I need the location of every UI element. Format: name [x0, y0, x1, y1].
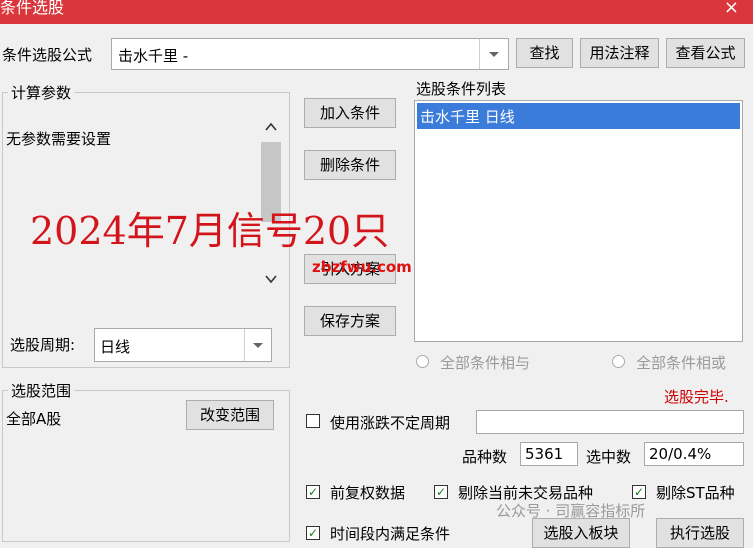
remove-st-checkbox[interactable]: ✓ — [632, 485, 646, 499]
logic-or-label: 全部条件相或 — [636, 354, 727, 372]
conditions-list[interactable]: 击水千里 日线 — [414, 100, 743, 342]
range-legend: 选股范围 — [8, 380, 75, 401]
save-plan-button[interactable]: 保存方案 — [304, 306, 396, 336]
title-bar: 条件选股 × — [0, 0, 753, 24]
count-label: 品种数 — [462, 448, 508, 466]
list-item[interactable]: 击水千里 日线 — [417, 103, 740, 129]
formula-dropdown-button[interactable] — [479, 39, 508, 69]
delete-condition-button[interactable]: 删除条件 — [304, 150, 396, 180]
formula-select[interactable]: 击水千里 - — [111, 38, 509, 70]
add-condition-button[interactable]: 加入条件 — [304, 98, 396, 128]
view-formula-button[interactable]: 查看公式 — [666, 38, 745, 68]
pre-adjusted-label: 前复权数据 — [330, 484, 406, 502]
uncertain-period-input[interactable] — [476, 410, 744, 434]
watermark-text: zbzfwu.com — [312, 258, 412, 276]
window-title: 条件选股 — [0, 0, 65, 17]
to-block-button[interactable]: 选股入板块 — [532, 518, 630, 548]
period-select[interactable]: 日线 — [94, 328, 272, 362]
params-legend: 计算参数 — [8, 82, 75, 103]
time-period-checkbox[interactable]: ✓ — [306, 526, 320, 540]
chevron-down-icon — [253, 343, 263, 348]
remove-st-label: 剔除ST品种 — [656, 484, 735, 502]
logic-or-radio[interactable] — [612, 355, 625, 368]
execute-button[interactable]: 执行选股 — [656, 518, 744, 548]
remove-not-traded-checkbox[interactable]: ✓ — [434, 485, 448, 499]
status-text: 选股完毕. — [664, 388, 729, 406]
overlay-big-text: 2024年7月信号20只 — [30, 209, 390, 253]
logic-and-label: 全部条件相与 — [440, 354, 531, 372]
formula-label: 条件选股公式 — [2, 46, 93, 64]
period-label: 选股周期: — [10, 336, 76, 354]
uncertain-period-checkbox[interactable] — [306, 414, 320, 428]
pre-adjusted-checkbox[interactable]: ✓ — [306, 485, 320, 499]
formula-value: 击水千里 - — [118, 47, 189, 65]
uncertain-period-label: 使用涨跌不定周期 — [330, 414, 451, 432]
selected-value: 20/0.4% — [649, 445, 712, 463]
usage-button[interactable]: 用法注释 — [580, 38, 659, 68]
logic-and-radio[interactable] — [416, 355, 429, 368]
find-button[interactable]: 查找 — [516, 38, 573, 68]
count-value: 5361 — [525, 445, 564, 463]
list-item-label: 击水千里 日线 — [420, 108, 515, 126]
range-value: 全部A股 — [6, 410, 62, 428]
selected-label: 选中数 — [586, 448, 632, 466]
chevron-down-icon — [489, 52, 499, 57]
params-message: 无参数需要设置 — [6, 130, 112, 148]
period-value: 日线 — [100, 338, 131, 356]
period-dropdown-button[interactable] — [244, 329, 271, 361]
conditions-legend: 选股条件列表 — [416, 80, 507, 98]
selected-field: 20/0.4% — [644, 442, 744, 466]
close-icon[interactable]: × — [724, 0, 739, 18]
change-range-button[interactable]: 改变范围 — [186, 400, 274, 430]
count-field: 5361 — [520, 442, 578, 466]
